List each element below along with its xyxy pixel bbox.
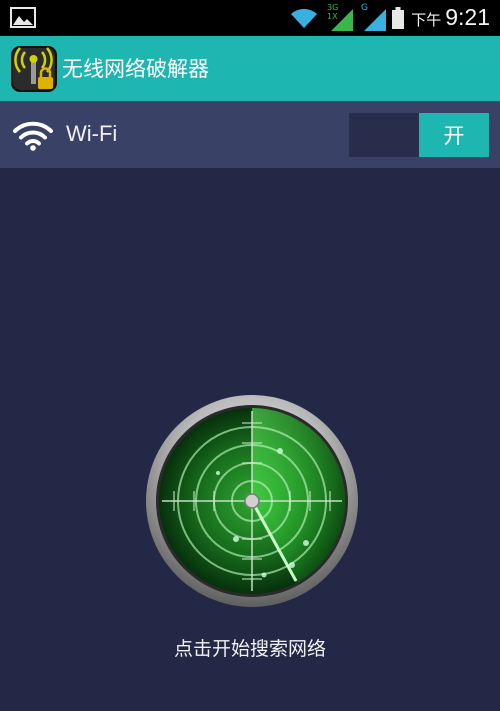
cell-signal-icon-2 — [364, 9, 386, 31]
status-bar: 3G 1X G 下午 9:21 — [0, 0, 500, 36]
wifi-icon — [13, 121, 53, 151]
cell-signal-icon — [331, 9, 353, 31]
radar-icon[interactable] — [144, 393, 360, 609]
clock-time: 9:21 — [445, 4, 490, 30]
app-wifi-lock-icon[interactable] — [11, 46, 57, 92]
wifi-toggle[interactable]: 开 — [349, 113, 489, 157]
action-bar: 无线网络破解器 — [0, 36, 500, 101]
gallery-icon — [10, 7, 36, 28]
wifi-label: Wi-Fi — [66, 121, 118, 146]
app-title: 无线网络破解器 — [62, 57, 209, 81]
wifi-setting-row: Wi-Fi 开 — [0, 101, 500, 168]
clock-ampm: 下午 — [411, 12, 442, 29]
clock: 下午 9:21 — [411, 4, 490, 31]
radar-caption: 点击开始搜索网络 — [173, 638, 326, 660]
battery-icon — [392, 7, 404, 29]
wifi-signal-icon — [291, 8, 317, 28]
wifi-toggle-on[interactable]: 开 — [419, 113, 489, 157]
